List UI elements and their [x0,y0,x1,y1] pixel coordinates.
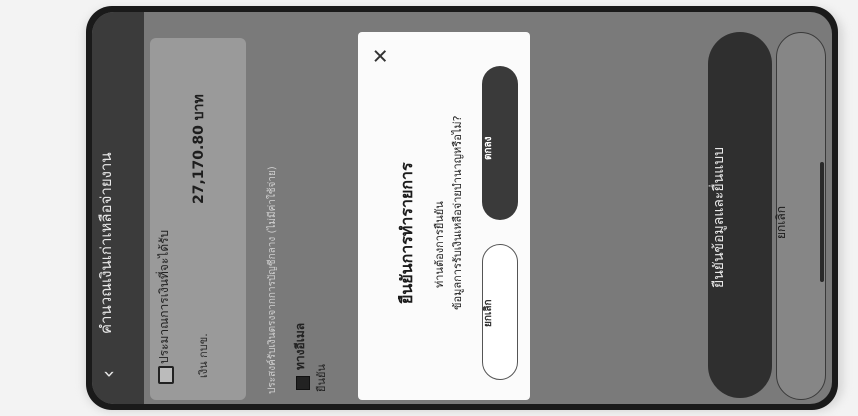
dialog-title: ยืนยันการทำรายการ [397,162,416,304]
edit-link[interactable]: ยืนยัน [312,364,330,392]
wallet-checkbox[interactable] [296,376,310,390]
dialog-ok-button[interactable]: ตกลง [482,66,518,220]
card-plan-label: ประมาณการเงินที่จะได้รับ [157,229,171,364]
phone-frame: ‹ คำนวณเงินเก่าเหลือจ่ายงาน ประมาณการเงิ… [86,6,838,410]
dialog-message-line2: ข้อมูลการรับเงินเหลือจ่ายบำนาญหรือไม่? [451,115,464,310]
confirm-submit-button[interactable]: ยืนยันข้อมูลและยื่นแบบ [708,32,772,398]
estimate-card: ประมาณการเงินที่จะได้รับ เงิน กบข. 27,17… [150,38,246,400]
payment-note: ประสงค์รับเงินตรงจากการบัญชีกลาง (ไม่มีค… [267,166,278,394]
card-amount-value: 27,170.80 บาท [191,94,207,204]
dialog-message-line1: ท่านต้องการยืนยัน [433,201,446,288]
cancel-button[interactable]: ยกเลิก [774,32,826,400]
home-indicator [820,162,824,282]
close-icon[interactable]: ✕ [368,48,392,65]
confirm-submit-label: ยืนยันข้อมูลและยื่นแบบ [711,146,727,288]
confirm-dialog: ✕ ยืนยันการทำรายการ ท่านต้องการยืนยัน ข้… [358,32,530,400]
wallet-option-label[interactable]: ทางอีเมล [291,323,310,370]
cancel-label: ยกเลิก [774,205,788,239]
chevron-left-icon[interactable]: ‹ [96,370,120,378]
dialog-ok-label: ตกลง [483,136,494,160]
dialog-cancel-label: ยกเลิก [483,299,494,327]
card-amount-label: เงิน กบข. [197,333,210,378]
page-title: คำนวณเงินเก่าเหลือจ่ายงาน [97,152,115,334]
calculator-icon [158,366,174,384]
app-bar: ‹ คำนวณเงินเก่าเหลือจ่ายงาน [92,12,144,404]
dialog-cancel-button[interactable]: ยกเลิก [482,244,518,380]
app-screen: ‹ คำนวณเงินเก่าเหลือจ่ายงาน ประมาณการเงิ… [92,12,832,404]
